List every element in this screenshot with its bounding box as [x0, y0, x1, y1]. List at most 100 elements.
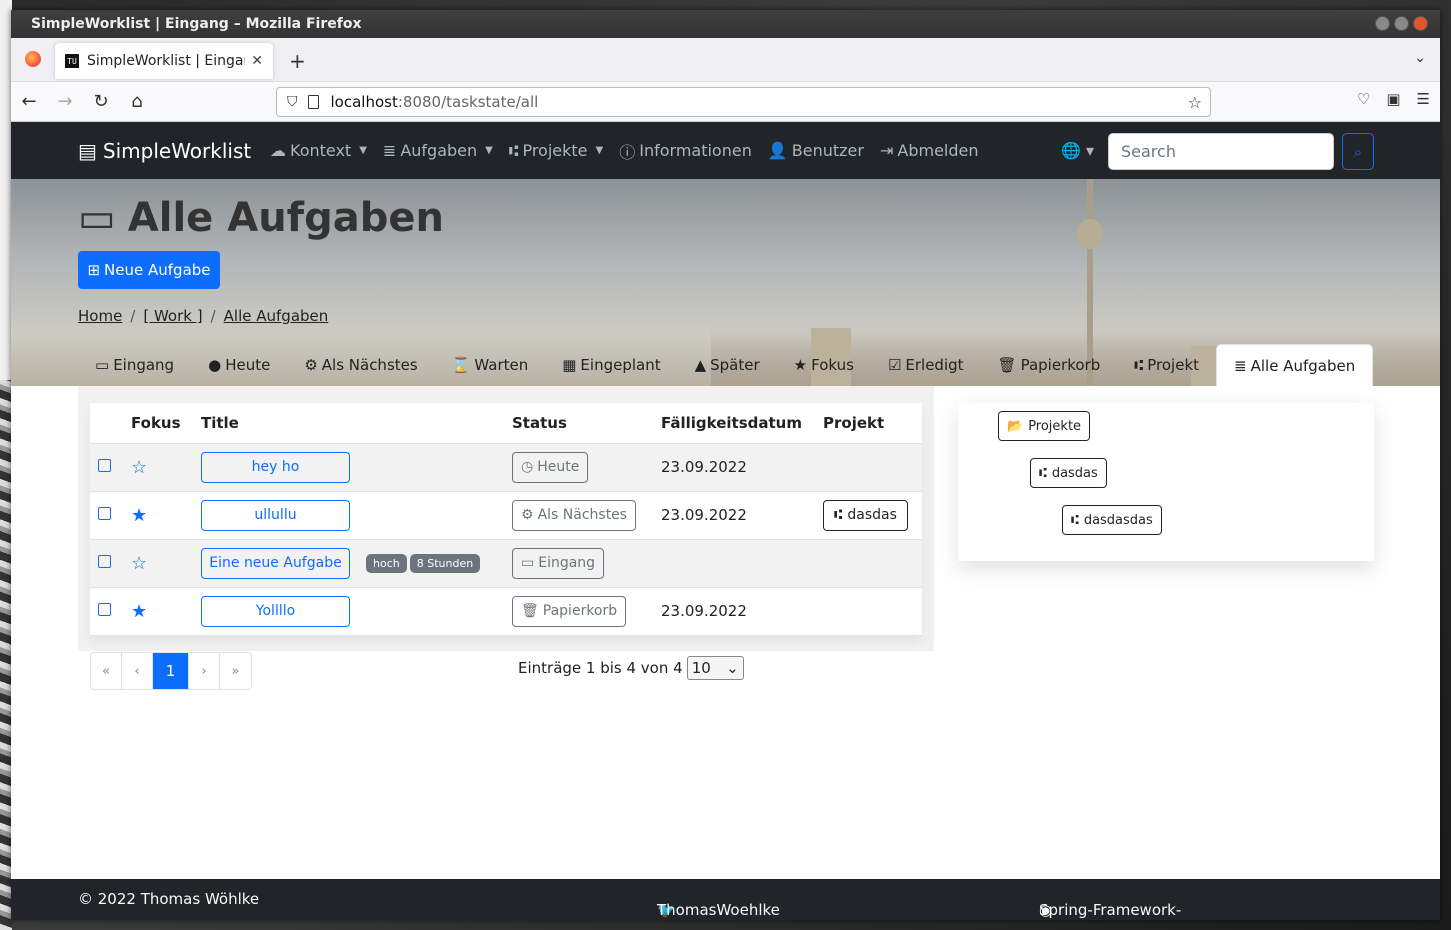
- tab-overflow-chevron-icon[interactable]: ⌄: [1414, 50, 1426, 66]
- language-globe-icon[interactable]: 🌐 ▾: [1061, 141, 1094, 160]
- task-title-button[interactable]: ullullu: [201, 499, 350, 531]
- extension-icon[interactable]: ▣: [1386, 90, 1400, 108]
- check-square-icon: ☑: [887, 356, 902, 374]
- shield-icon[interactable]: ⛉: [287, 94, 298, 110]
- url-bar[interactable]: ⛉ localhost :8080/taskstate/all ☆: [276, 87, 1211, 117]
- tab-erledigt[interactable]: ☑ Erledigt: [871, 344, 981, 386]
- forward-button[interactable]: →: [47, 91, 83, 112]
- project-button[interactable]: ⑆ dasdas: [823, 499, 908, 531]
- close-window-button[interactable]: [1413, 16, 1428, 31]
- page-size-select[interactable]: 10 ⌄: [686, 656, 744, 680]
- badges-cell: [358, 491, 504, 540]
- tab-alle-aufgaben[interactable]: ≣ Alle Aufgaben: [1216, 344, 1374, 386]
- status-button[interactable]: 🗑 Papierkorb: [512, 595, 627, 627]
- menu-kontext[interactable]: ☁ Kontext ▼: [262, 139, 375, 163]
- header-fokus: Fokus: [123, 403, 193, 444]
- new-task-label: Neue Aufgabe: [104, 261, 211, 279]
- select-checkbox[interactable]: [98, 507, 111, 520]
- tab-eingang[interactable]: ▭ Eingang: [78, 344, 191, 386]
- focus-star-empty-icon[interactable]: ☆: [131, 457, 147, 478]
- tab-spaeter[interactable]: ▲ Später: [678, 344, 777, 386]
- page-current-button[interactable]: 1: [153, 653, 189, 689]
- status-button[interactable]: ⚙ Als Nächstes: [512, 499, 637, 531]
- brand-label: SimpleWorklist: [102, 138, 252, 163]
- tab-heute[interactable]: ● Heute: [191, 344, 287, 386]
- select-checkbox[interactable]: [98, 555, 111, 568]
- priority-badge: hoch: [366, 554, 407, 573]
- focus-star-filled-icon[interactable]: ★: [131, 601, 147, 622]
- project-label: dasdas: [847, 507, 897, 523]
- app-brand[interactable]: ▤ SimpleWorklist: [78, 139, 251, 163]
- minimize-button[interactable]: [1375, 16, 1390, 31]
- page-next-button[interactable]: ›: [189, 653, 220, 689]
- project-tree-item[interactable]: ⑆ dasdasdas: [1062, 505, 1162, 535]
- chevron-down-icon: ⌄: [726, 659, 739, 677]
- tab-als-naechstes[interactable]: ⚙ Als Nächstes: [287, 344, 434, 386]
- breadcrumb-current[interactable]: Alle Aufgaben: [224, 307, 329, 325]
- entries-text: Einträge 1 bis 4 von 4: [518, 659, 683, 677]
- folder-open-icon: 📂: [1007, 418, 1024, 434]
- back-button[interactable]: ←: [11, 91, 47, 112]
- close-tab-icon[interactable]: ✕: [251, 53, 263, 69]
- page-first-button[interactable]: «: [91, 653, 122, 689]
- pocket-icon[interactable]: ♡: [1357, 90, 1370, 108]
- breadcrumb-context[interactable]: [ Work ]: [143, 307, 202, 325]
- task-title-button[interactable]: Yollllo: [201, 595, 350, 627]
- project-item-label: dasdasdas: [1083, 512, 1153, 528]
- new-tab-button[interactable]: +: [289, 49, 306, 73]
- app-navbar: ▤ SimpleWorklist ☁ Kontext ▼ ≣ Aufgaben ▼ ⑆ P…: [11, 122, 1440, 179]
- inbox-icon: ▭: [521, 555, 535, 571]
- task-title-button[interactable]: hey ho: [201, 451, 350, 483]
- focus-star-filled-icon[interactable]: ★: [131, 505, 147, 526]
- new-task-button[interactable]: ⊞ Neue Aufgabe: [78, 251, 220, 289]
- due-date: 23.09.2022: [661, 506, 747, 524]
- page-info-icon[interactable]: [307, 95, 319, 109]
- firefox-icon: [25, 51, 41, 67]
- menu-informationen[interactable]: ⓘ Informationen: [611, 139, 760, 163]
- focus-star-empty-icon[interactable]: ☆: [131, 553, 147, 574]
- browser-tab[interactable]: TU SimpleWorklist | Eingang ✕: [55, 43, 273, 79]
- reload-button[interactable]: ↻: [83, 91, 119, 112]
- tab-warten[interactable]: ⌛ Warten: [435, 344, 546, 386]
- maximize-button[interactable]: [1394, 16, 1409, 31]
- tab-projekt[interactable]: ⑆ Projekt: [1117, 344, 1216, 386]
- task-title-button[interactable]: Eine neue Aufgabe: [201, 547, 350, 579]
- sign-out-icon: ⇥: [879, 141, 894, 160]
- select-checkbox[interactable]: [98, 603, 111, 616]
- calendar-icon: ▦: [562, 356, 577, 374]
- tab-label: Papierkorb: [1020, 356, 1101, 374]
- menu-hamburger-icon[interactable]: ☰: [1417, 90, 1430, 108]
- breadcrumb-home[interactable]: Home: [78, 307, 122, 325]
- menu-label: Informationen: [639, 141, 752, 160]
- page-last-button[interactable]: »: [220, 653, 251, 689]
- menu-projekte[interactable]: ⑆ Projekte ▼: [501, 139, 611, 163]
- menu-abmelden[interactable]: ⇥ Abmelden: [872, 139, 987, 163]
- home-button[interactable]: ⌂: [119, 91, 155, 112]
- bookmark-star-icon[interactable]: ☆: [1188, 93, 1202, 112]
- tab-label: Später: [710, 356, 760, 374]
- search-button[interactable]: ⌕: [1342, 133, 1374, 170]
- list-icon: ▤: [78, 138, 97, 163]
- project-cell: [815, 443, 922, 492]
- tab-label: Eingeplant: [580, 356, 661, 374]
- menu-benutzer[interactable]: 👤 Benutzer: [760, 139, 872, 163]
- tab-label: Fokus: [811, 356, 854, 374]
- project-tree-item[interactable]: ⑆ dasdas: [1030, 458, 1107, 488]
- menu-aufgaben[interactable]: ≣ Aufgaben ▼: [375, 139, 501, 163]
- project-root-button[interactable]: 📂 Projekte: [998, 411, 1091, 441]
- tab-eingeplant[interactable]: ▦ Eingeplant: [545, 344, 677, 386]
- cogs-icon: ⚙: [521, 507, 534, 523]
- search-input[interactable]: Search: [1108, 133, 1334, 170]
- task-table-container: Fokus Title Status Fälligkeitsdatum Proj…: [78, 386, 934, 651]
- header-title: Title: [193, 403, 358, 444]
- menu-label: Benutzer: [791, 141, 864, 160]
- tab-fokus[interactable]: ★ Fokus: [777, 344, 871, 386]
- main-menu: ☁ Kontext ▼ ≣ Aufgaben ▼ ⑆ Projekte ▼ ⓘ Informa…: [262, 139, 987, 163]
- plus-square-icon: ⊞: [87, 261, 101, 279]
- status-button[interactable]: ▭ Eingang: [512, 547, 605, 579]
- page-prev-button[interactable]: ‹: [122, 653, 153, 689]
- status-button[interactable]: ◷ Heute: [512, 451, 589, 483]
- tab-papierkorb[interactable]: 🗑 Papierkorb: [981, 344, 1118, 386]
- project-diagram-icon: ⑆: [1134, 356, 1144, 374]
- select-checkbox[interactable]: [98, 459, 111, 472]
